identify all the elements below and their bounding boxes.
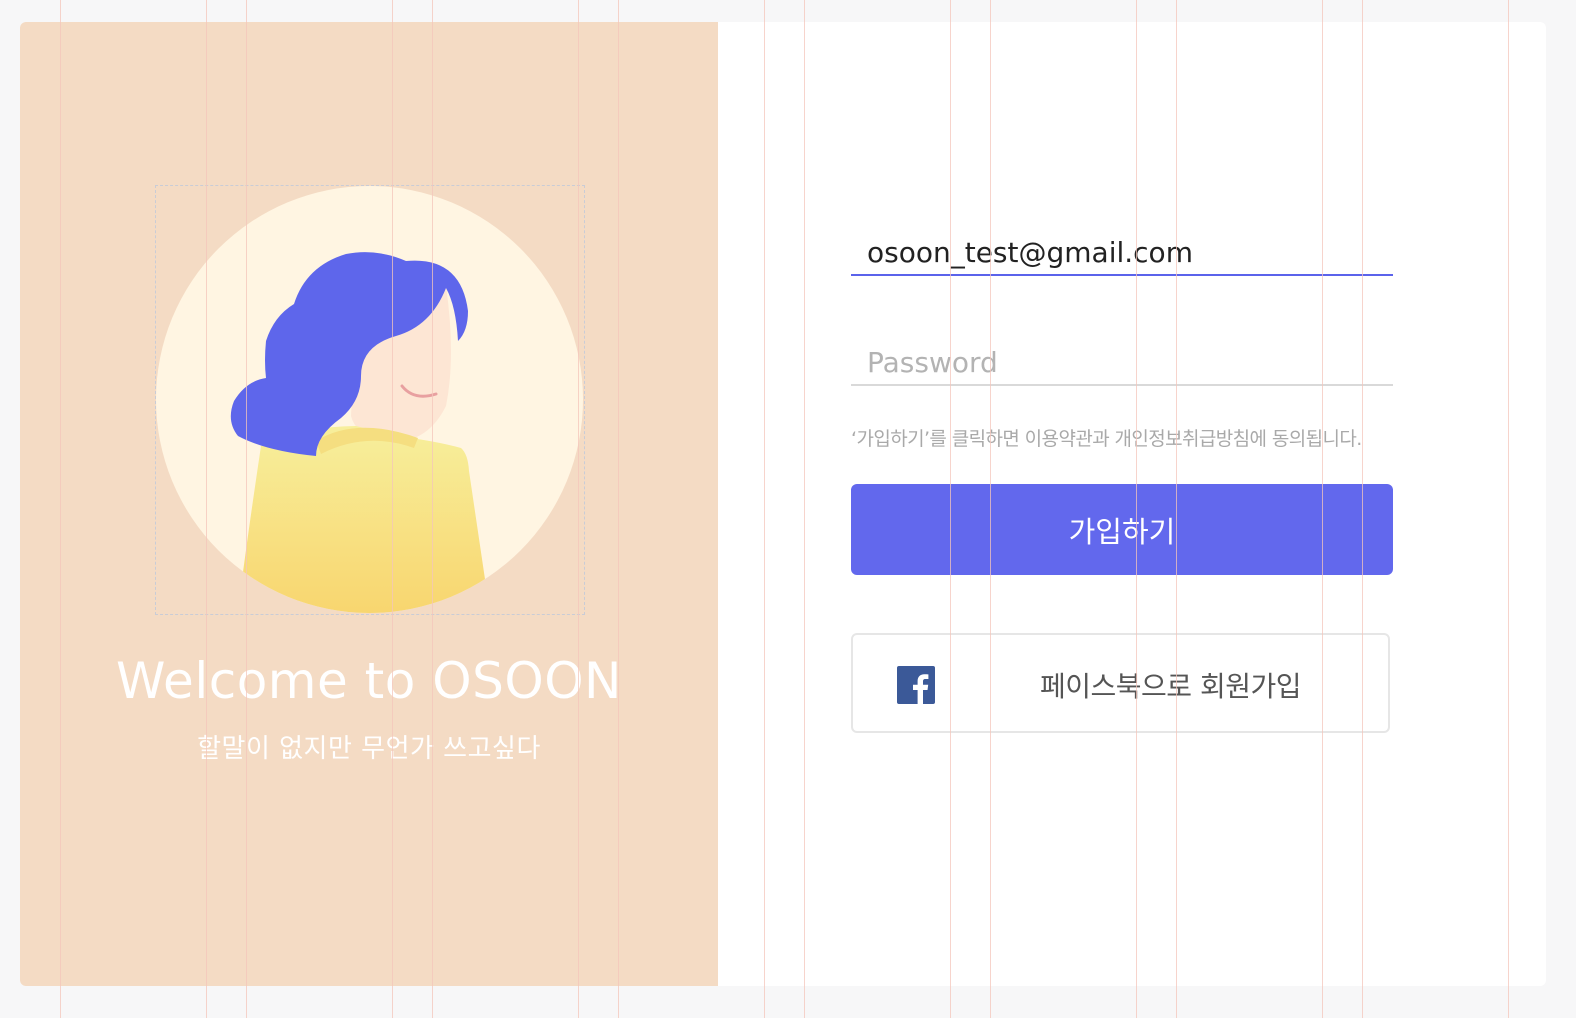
facebook-signup-button[interactable]: 페이스북으로 회원가입 xyxy=(851,633,1390,733)
facebook-icon xyxy=(897,666,935,704)
terms-notice: ‘가입하기’를 클릭하면 이용약관과 개인정보취급방침에 동의됩니다. xyxy=(851,428,1362,450)
welcome-panel: Welcome to OSOON 할말이 없지만 무언가 쓰고싶다 xyxy=(20,22,718,986)
welcome-subtitle: 할말이 없지만 무언가 쓰고싶다 xyxy=(197,734,541,764)
password-field[interactable] xyxy=(851,340,1393,386)
email-field[interactable] xyxy=(851,230,1393,276)
avatar-frame xyxy=(155,185,585,615)
facebook-signup-label: 페이스북으로 회원가입 xyxy=(1039,670,1302,703)
signup-button[interactable]: 가입하기 xyxy=(851,484,1393,575)
welcome-title: Welcome to OSOON xyxy=(116,652,622,710)
woman-avatar-icon xyxy=(156,186,583,613)
